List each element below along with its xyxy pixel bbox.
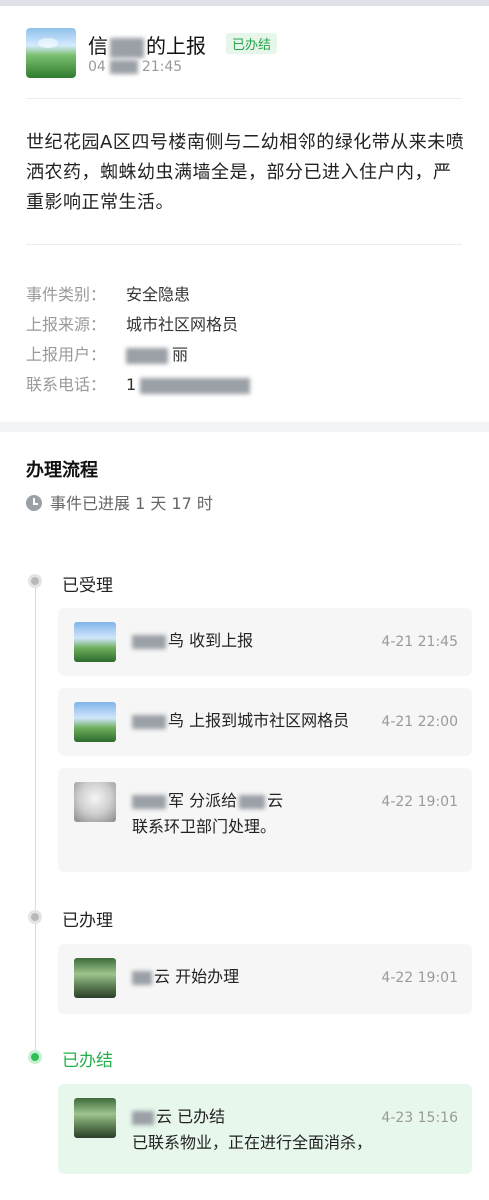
redacted-name <box>110 37 144 58</box>
report-description: 世纪花园A区四号楼南侧与二幼相邻的绿化带从来未喷洒农药，蜘蛛幼虫满墙全是，部分已… <box>26 132 465 213</box>
actor-suffix: 军 <box>168 791 185 810</box>
avatar <box>74 702 116 742</box>
time-prefix: 04 <box>88 59 106 75</box>
entry-time: 4-22 19:01 <box>381 794 458 810</box>
stage-label-accepted: 已受理 <box>62 576 113 596</box>
actor-suffix: 鸟 <box>168 631 185 650</box>
avatar <box>74 1098 116 1138</box>
progress-line: 事件已进展 1 天 17 时 <box>26 490 213 514</box>
report-thumbnail[interactable] <box>26 28 76 78</box>
redacted-date <box>109 60 138 74</box>
stage-label-processing: 已办理 <box>62 911 113 931</box>
avatar <box>74 622 116 662</box>
status-badge: 已办结 <box>226 33 278 54</box>
info-row-category: 事件类别： 安全隐患 <box>26 280 250 310</box>
clock-icon <box>26 495 42 511</box>
divider <box>26 244 462 245</box>
timeline-entry[interactable]: 鸟 上报到城市社区网格员 4-21 22:00 <box>58 688 472 756</box>
actor-suffix: 云 <box>154 967 171 986</box>
entry-text: 云 开始办理 <box>132 964 372 990</box>
entry-action-2: 云 <box>267 791 284 810</box>
report-header: 信 的上报 已办结 04 21:45 <box>0 6 489 96</box>
entry-action: 上报到城市社区网格员 <box>189 711 350 730</box>
progress-text: 事件已进展 1 天 17 时 <box>50 494 213 513</box>
timeline-entry[interactable]: 云 开始办理 4-22 19:01 <box>58 944 472 1014</box>
redacted-actor <box>132 1110 154 1125</box>
info-value: 安全隐患 <box>126 285 191 304</box>
info-row-user: 上报用户： 丽 <box>26 340 250 370</box>
report-time: 04 21:45 <box>88 59 182 75</box>
actor-suffix: 云 <box>156 1107 173 1126</box>
timeline-entry[interactable]: 云 已办结 已联系物业，正在进行全面消杀， 4-23 15:16 <box>58 1084 472 1174</box>
entry-action: 收到上报 <box>189 631 254 650</box>
entry-action: 已办结 <box>177 1107 226 1126</box>
info-label: 上报用户： <box>26 345 107 364</box>
entry-text: 鸟 上报到城市社区网格员 <box>132 708 372 734</box>
redacted-phone <box>140 377 251 394</box>
info-value: 1 <box>126 375 137 394</box>
info-list: 事件类别： 安全隐患 上报来源： 城市社区网格员 上报用户： 丽 联系电话： 1 <box>26 280 251 400</box>
divider <box>26 98 462 99</box>
section-separator <box>0 422 489 432</box>
info-row-source: 上报来源： 城市社区网格员 <box>26 310 250 340</box>
entry-text: 鸟 收到上报 <box>132 628 372 654</box>
stage-label-closed: 已办结 <box>62 1051 113 1071</box>
timeline-entry[interactable]: 军 分派给 云 联系环卫部门处理。 4-22 19:01 <box>58 768 472 872</box>
actor-suffix: 鸟 <box>168 711 185 730</box>
timeline-line <box>35 585 36 1055</box>
info-label: 联系电话： <box>26 375 107 394</box>
redacted-user <box>126 347 168 364</box>
redacted-assignee <box>239 794 266 809</box>
info-label: 上报来源： <box>26 315 107 334</box>
redacted-actor <box>132 634 166 649</box>
entry-note: 已联系物业，正在进行全面消杀， <box>132 1133 373 1152</box>
time-suffix: 21:45 <box>141 59 183 75</box>
redacted-actor <box>132 714 166 729</box>
avatar <box>74 782 116 822</box>
info-label: 事件类别： <box>26 285 107 304</box>
entry-text: 军 分派给 云 联系环卫部门处理。 <box>132 788 372 840</box>
entry-time: 4-21 22:00 <box>381 714 458 730</box>
avatar <box>74 958 116 998</box>
stage-dot-active <box>28 1050 42 1064</box>
info-value: 丽 <box>172 345 189 364</box>
info-row-phone[interactable]: 联系电话： 1 <box>26 370 251 400</box>
title-suffix: 的上报 <box>146 34 206 58</box>
entry-time: 4-23 15:16 <box>381 1110 458 1126</box>
stage-dot <box>28 910 42 924</box>
entry-action: 开始办理 <box>175 967 240 986</box>
entry-time: 4-22 19:01 <box>381 970 458 986</box>
entry-action: 分派给 <box>189 791 238 810</box>
flow-title: 办理流程 <box>26 460 98 481</box>
title-prefix: 信 <box>88 34 108 58</box>
timeline-entry[interactable]: 鸟 收到上报 4-21 21:45 <box>58 608 472 676</box>
info-value: 城市社区网格员 <box>126 315 239 334</box>
entry-time: 4-21 21:45 <box>381 634 458 650</box>
entry-note: 联系环卫部门处理。 <box>132 817 277 836</box>
report-title: 信 的上报 <box>88 30 206 59</box>
entry-text: 云 已办结 已联系物业，正在进行全面消杀， <box>132 1104 372 1156</box>
stage-dot <box>28 574 42 588</box>
redacted-actor <box>132 794 166 809</box>
redacted-actor <box>132 970 152 985</box>
